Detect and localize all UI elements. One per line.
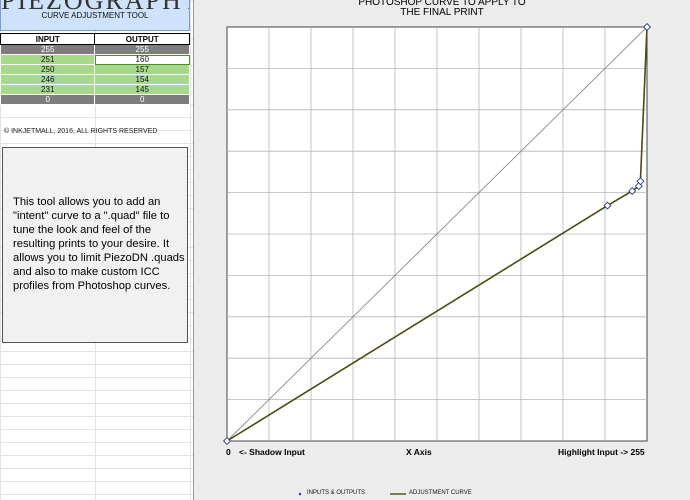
copyright-notice: © INKJETMALL, 2016, ALL RIGHTS RESERVED [4,128,158,135]
shadow-input-label: <- Shadow Input [239,447,305,457]
x-axis-title: X Axis [406,447,432,457]
curve-chart[interactable] [194,0,690,500]
table-row: 231 145 [0,84,190,95]
tool-subtitle: CURVE ADJUSTMENT TOOL [41,11,149,20]
input-cell[interactable]: 251 [0,54,96,65]
description-box: This tool allows you to add an "intent" … [2,147,188,343]
chart-panel[interactable]: PHOTOSHOP CURVE TO APPLY TO THE FINAL PR… [193,0,690,500]
output-cell[interactable]: 0 [94,94,190,105]
table-row: 0 0 [0,94,190,105]
table-row: 246 154 [0,74,190,85]
output-cell[interactable]: 255 [94,44,190,55]
x-axis-min-label: 0 [226,447,231,457]
output-cell-selected[interactable]: 160 [94,54,190,65]
input-cell[interactable]: 255 [0,44,96,55]
legend-curve-label: ADJUSTMENT CURVE [409,490,472,496]
output-cell[interactable]: 145 [94,84,190,95]
output-cell[interactable]: 154 [94,74,190,85]
description-text: This tool allows you to add an "intent" … [13,196,185,292]
output-cell[interactable]: 157 [94,64,190,75]
input-cell[interactable]: 0 [0,94,96,105]
input-cell[interactable]: 231 [0,84,96,95]
table-header-row: INPUT OUTPUT [0,33,190,45]
table-row: 255 255 [0,44,190,55]
input-cell[interactable]: 250 [0,64,96,75]
legend-points-label: INPUTS & OUTPUTS [307,490,366,496]
output-column-header: OUTPUT [94,33,190,45]
legend-points-marker [298,492,302,496]
table-row: 251 160 [0,54,190,65]
tool-header: PIEZOGRAPHY CURVE ADJUSTMENT TOOL [0,0,190,31]
highlight-input-label: Highlight Input -> 255 [558,447,645,457]
table-row: 250 157 [0,64,190,75]
input-output-table: INPUT OUTPUT 255 255 251 160 250 157 246… [0,33,190,105]
input-column-header: INPUT [0,33,96,45]
input-cell[interactable]: 246 [0,74,96,85]
